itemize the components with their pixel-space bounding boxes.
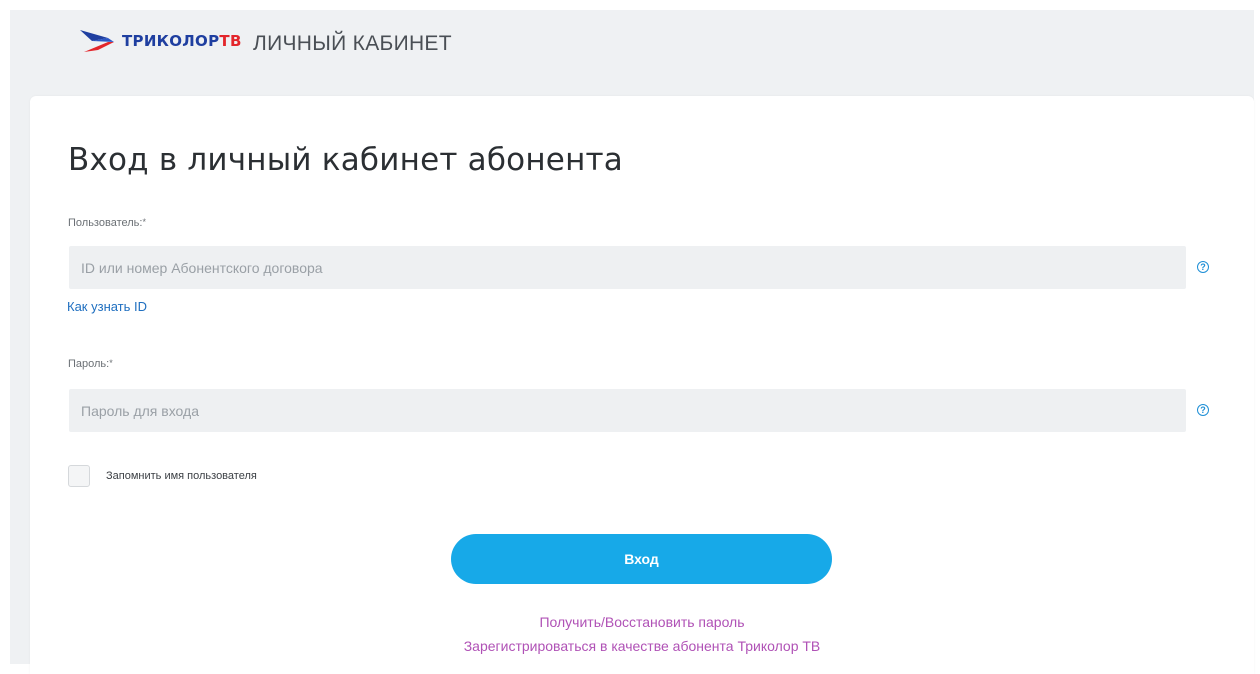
remember-label: Запомнить имя пользователя — [106, 470, 257, 482]
recover-password-link[interactable]: Получить/Восстановить пароль — [30, 614, 1254, 630]
password-label: Пароль:* — [68, 358, 113, 370]
remember-checkbox[interactable] — [68, 465, 90, 487]
logo-text: ТРИКОЛОРТВ — [122, 32, 242, 50]
password-input[interactable] — [69, 389, 1186, 432]
user-input[interactable] — [69, 246, 1186, 289]
page-title: Вход в личный кабинет абонента — [68, 142, 623, 178]
register-link[interactable]: Зарегистрироваться в качестве абонента Т… — [30, 638, 1254, 654]
how-to-find-id-link[interactable]: Как узнать ID — [67, 299, 147, 314]
help-circle-icon[interactable]: ? — [1197, 261, 1209, 273]
page-background: ТРИКОЛОРТВ ЛИЧНЫЙ КАБИНЕТ Вход в личный … — [10, 10, 1254, 674]
login-button[interactable]: Вход — [451, 534, 832, 584]
tricolor-logo-icon — [80, 30, 114, 52]
user-label: Пользователь:* — [68, 217, 146, 229]
tricolor-logo[interactable]: ТРИКОЛОРТВ — [78, 28, 242, 54]
login-card: Вход в личный кабинет абонента Пользоват… — [30, 96, 1254, 674]
help-circle-icon[interactable]: ? — [1197, 404, 1209, 416]
header: ТРИКОЛОРТВ ЛИЧНЫЙ КАБИНЕТ — [10, 10, 1254, 88]
header-title: ЛИЧНЫЙ КАБИНЕТ — [253, 32, 452, 55]
